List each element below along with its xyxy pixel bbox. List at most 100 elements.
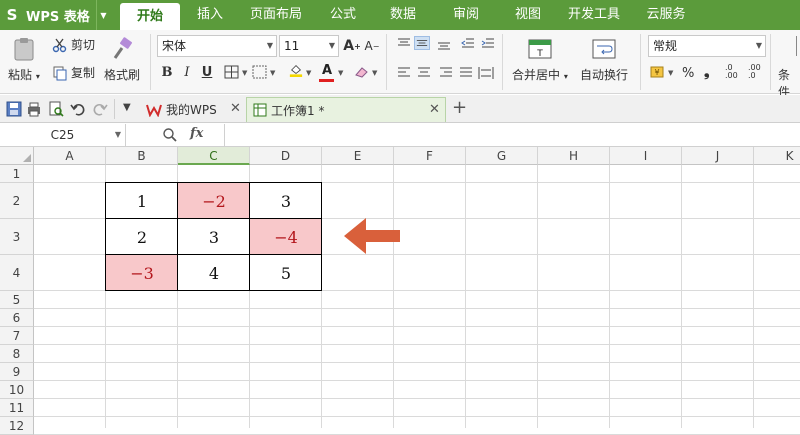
insert-function-button[interactable]: fx [190, 126, 203, 141]
italic-button[interactable]: I [178, 63, 196, 81]
row-header-7[interactable]: 7 [0, 327, 34, 345]
borders-icon[interactable] [224, 65, 240, 79]
row-header-8[interactable]: 8 [0, 345, 34, 363]
cell-c4[interactable]: 4 [178, 255, 250, 291]
underline-button[interactable]: U [198, 63, 216, 81]
currency-icon[interactable]: ¥ [650, 65, 666, 79]
app-menu-button[interactable]: S WPS 表格 ▼ [0, 0, 110, 30]
column-header-h[interactable]: H [538, 147, 610, 165]
tab-view[interactable]: 视图 [505, 0, 551, 30]
chevron-down-icon[interactable]: ▼ [338, 69, 343, 77]
print-icon[interactable] [26, 101, 42, 117]
decrease-indent-icon[interactable] [460, 37, 476, 51]
column-header-c[interactable]: C [178, 147, 250, 165]
cell-d4[interactable]: 5 [250, 255, 322, 291]
cell-c2[interactable]: −2 [178, 183, 250, 219]
increase-indent-icon[interactable] [480, 37, 496, 51]
fill-color-icon[interactable] [288, 63, 304, 77]
row-header-9[interactable]: 9 [0, 363, 34, 381]
row-header-3[interactable]: 3 [0, 219, 34, 255]
align-left-icon[interactable] [396, 66, 412, 80]
format-painter-button[interactable]: 格式刷 [104, 36, 140, 83]
chevron-down-icon[interactable]: ▼ [270, 69, 275, 77]
number-format-select[interactable]: 常规 ▼ [648, 35, 766, 57]
wrap-text-button[interactable]: 自动换行 [580, 36, 628, 83]
cell-b2[interactable]: 1 [106, 183, 178, 219]
tab-insert[interactable]: 插入 [186, 0, 234, 30]
paste-button[interactable]: 粘贴 ▾ [8, 36, 40, 83]
print-preview-icon[interactable] [48, 101, 64, 117]
row-header-2[interactable]: 2 [0, 183, 34, 219]
tab-developer[interactable]: 开发工具 [564, 0, 624, 30]
row-header-4[interactable]: 4 [0, 255, 34, 291]
row-header-5[interactable]: 5 [0, 291, 34, 309]
decrease-decimal-button[interactable]: .00 .0 [748, 64, 764, 80]
cell-c3[interactable]: 3 [178, 219, 250, 255]
font-size-select[interactable]: 11 ▼ [279, 35, 339, 57]
cell-b3[interactable]: 2 [106, 219, 178, 255]
zoom-icon[interactable] [162, 127, 178, 143]
tab-workbook[interactable]: 工作簿1 * ✕ [246, 97, 446, 122]
column-header-k[interactable]: K [754, 147, 800, 165]
tab-home[interactable]: 开始 [120, 3, 180, 30]
bold-button[interactable]: B [158, 63, 176, 81]
row-header-10[interactable]: 10 [0, 381, 34, 399]
percent-button[interactable]: % [682, 66, 694, 81]
font-color-icon[interactable]: A [318, 61, 336, 79]
column-header-a[interactable]: A [34, 147, 106, 165]
align-right-icon[interactable] [438, 66, 454, 80]
save-icon[interactable] [6, 101, 22, 117]
chevron-down-icon[interactable]: ▼ [242, 69, 247, 77]
tab-formulas[interactable]: 公式 [320, 0, 366, 30]
cut-button[interactable]: 剪切 [52, 36, 95, 53]
redo-icon[interactable] [92, 101, 108, 117]
copy-button[interactable]: 复制 [52, 64, 95, 81]
chevron-down-icon[interactable]: ▼ [306, 69, 311, 77]
column-header-j[interactable]: J [682, 147, 754, 165]
close-icon[interactable]: ✕ [230, 101, 241, 116]
tab-page-layout[interactable]: 页面布局 [244, 0, 308, 30]
cell-d3[interactable]: −4 [250, 219, 322, 255]
align-top-icon[interactable] [396, 37, 412, 51]
tab-data[interactable]: 数据 [380, 0, 426, 30]
app-menu-dropdown-icon[interactable]: ▼ [96, 0, 110, 30]
formula-input[interactable] [224, 124, 800, 146]
column-header-i[interactable]: I [610, 147, 682, 165]
cell-d2[interactable]: 3 [250, 183, 322, 219]
increase-decimal-button[interactable]: .0 .00 [725, 64, 741, 80]
undo-icon[interactable] [70, 101, 86, 117]
close-icon[interactable]: ✕ [429, 102, 440, 117]
column-header-d[interactable]: D [250, 147, 322, 165]
cell-b4[interactable]: −3 [106, 255, 178, 291]
align-center-icon[interactable] [416, 66, 432, 80]
row-header-1[interactable]: 1 [0, 165, 34, 183]
column-header-f[interactable]: F [394, 147, 466, 165]
clear-format-icon[interactable] [354, 65, 370, 79]
thousands-separator-button[interactable]: ❟ [704, 64, 710, 80]
align-bottom-icon[interactable] [436, 37, 452, 51]
column-header-b[interactable]: B [106, 147, 178, 165]
name-box[interactable]: C25 ▼ [0, 124, 126, 146]
chevron-down-icon[interactable]: ▼ [668, 69, 673, 77]
row-header-6[interactable]: 6 [0, 309, 34, 327]
fill-pattern-icon[interactable] [252, 65, 268, 79]
chevron-down-icon[interactable]: ▼ [372, 69, 377, 77]
increase-font-icon[interactable]: A + [343, 37, 361, 55]
distributed-align-icon[interactable] [478, 66, 494, 80]
merge-center-button[interactable]: T 合并居中 ▾ [512, 36, 568, 83]
row-header-12[interactable]: 12 [0, 417, 34, 435]
tab-review[interactable]: 审阅 [443, 0, 489, 30]
tab-cloud[interactable]: 云服务 [636, 0, 696, 30]
tab-my-wps[interactable]: 我的WPS ✕ [142, 97, 246, 122]
column-header-e[interactable]: E [322, 147, 394, 165]
align-middle-icon[interactable] [414, 36, 430, 50]
select-all-corner[interactable] [0, 147, 34, 165]
font-name-select[interactable]: 宋体 ▼ [157, 35, 277, 57]
spreadsheet-grid[interactable]: ABCDEFGHIJK 1 2 3 4 5 6 7 8 9 10 11 12 1 −2 3 2 3 −4 −3 4 5 [0, 147, 800, 435]
column-header-g[interactable]: G [466, 147, 538, 165]
row-header-11[interactable]: 11 [0, 399, 34, 417]
justify-icon[interactable] [458, 66, 474, 80]
customize-toolbar-icon[interactable]: ▼ [123, 102, 131, 113]
new-tab-button[interactable]: + [452, 97, 467, 118]
decrease-font-icon[interactable]: A − [363, 37, 381, 55]
